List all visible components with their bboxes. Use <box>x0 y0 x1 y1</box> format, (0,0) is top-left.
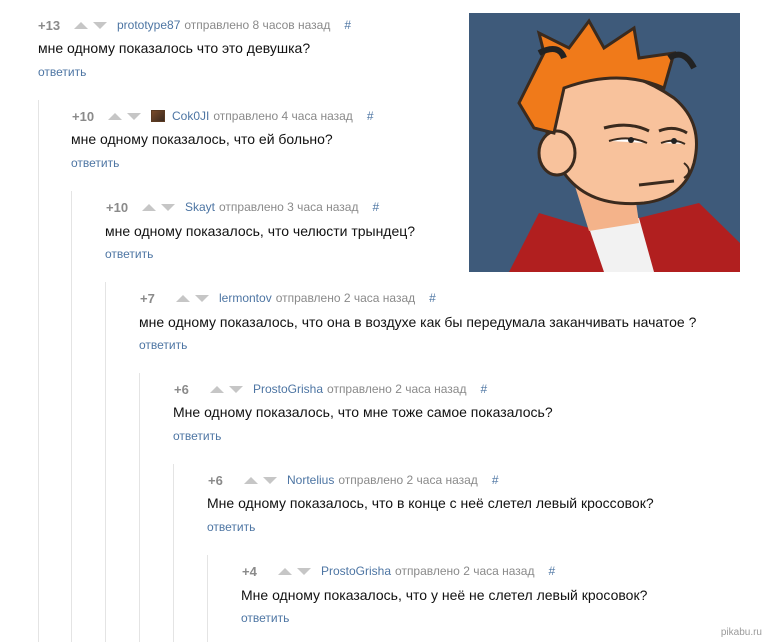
comment-permalink[interactable]: # <box>480 382 487 396</box>
comment-timestamp: отправлено 2 часа назад <box>395 564 535 578</box>
reply-link[interactable]: ответить <box>173 429 221 443</box>
vote-up-icon[interactable] <box>244 476 258 484</box>
comment-author[interactable]: lermontov <box>219 291 272 305</box>
vote-up-icon[interactable] <box>108 112 122 120</box>
comment-author[interactable]: Nortelius <box>287 473 334 487</box>
comment-rating: +6 <box>208 472 223 488</box>
comment-text: Мне одному показалось, что в конце с неё… <box>207 495 654 511</box>
comment-author[interactable]: Skayt <box>185 200 215 214</box>
comment-permalink[interactable]: # <box>344 18 351 32</box>
comment-rating: +10 <box>72 108 95 124</box>
reply-link[interactable]: ответить <box>139 338 187 352</box>
thread-line <box>173 464 174 642</box>
comment-author[interactable]: ProstoGrisha <box>253 382 323 396</box>
comment-timestamp: отправлено 2 часа назад <box>338 473 478 487</box>
comment-timestamp: отправлено 2 часа назад <box>275 291 416 305</box>
comment-text: мне одному показалось, что она в воздухе… <box>139 314 697 330</box>
reply-link[interactable]: ответить <box>241 611 289 625</box>
comment-rating: +10 <box>106 199 129 215</box>
reply-link[interactable]: ответить <box>105 247 153 261</box>
thread-line <box>38 100 39 642</box>
comment-text: мне одному показалось, что челюсти трынд… <box>105 223 416 239</box>
comment-timestamp: отправлено 3 часа назад <box>219 200 359 214</box>
vote-up-icon[interactable] <box>210 385 224 393</box>
comment-permalink[interactable]: # <box>367 109 374 123</box>
user-avatar-icon <box>151 110 165 122</box>
comment-header: +7 lermontov отправлено 2 часа назад # <box>140 289 436 307</box>
comment-header: +6 ProstoGrisha отправлено 2 часа назад … <box>174 380 487 398</box>
comment-rating: +4 <box>242 563 257 579</box>
vote-down-icon[interactable] <box>263 476 277 484</box>
vote-down-icon[interactable] <box>297 567 311 575</box>
comment-header: +4 ProstoGrisha отправлено 2 часа назад … <box>242 562 555 580</box>
vote-up-icon[interactable] <box>278 567 292 575</box>
reply-link[interactable]: ответить <box>207 520 255 534</box>
vote-up-icon[interactable] <box>176 294 190 302</box>
vote-up-icon[interactable] <box>74 21 88 29</box>
comment-timestamp: отправлено 8 часов назад <box>184 18 331 32</box>
vote-down-icon[interactable] <box>229 385 243 393</box>
comment-permalink[interactable]: # <box>429 291 436 305</box>
meme-image <box>469 13 740 272</box>
vote-down-icon[interactable] <box>195 294 209 302</box>
comment-header: +10 Cok0JI отправлено 4 часа назад # <box>72 107 374 125</box>
vote-down-icon[interactable] <box>93 21 107 29</box>
comment-text: мне одному показалось что это девушка? <box>38 40 311 56</box>
comment-permalink[interactable]: # <box>492 473 499 487</box>
comment-text: Мне одному показалось, что у неё не слет… <box>241 587 648 603</box>
reply-link[interactable]: ответить <box>38 65 86 79</box>
comment-timestamp: отправлено 4 часа назад <box>213 109 353 123</box>
site-watermark: pikabu.ru <box>720 627 762 638</box>
comment-rating: +13 <box>38 17 61 33</box>
thread-line <box>139 373 140 642</box>
comment-permalink[interactable]: # <box>372 200 379 214</box>
comment-header: +6 Nortelius отправлено 2 часа назад # <box>208 471 499 489</box>
comment-permalink[interactable]: # <box>548 564 555 578</box>
thread-line <box>207 555 208 642</box>
comment-rating: +7 <box>140 290 155 306</box>
comment-author[interactable]: Cok0JI <box>172 109 209 123</box>
comment-header: +10 Skayt отправлено 3 часа назад # <box>106 198 379 216</box>
thread-line <box>105 282 106 642</box>
vote-down-icon[interactable] <box>127 112 141 120</box>
fry-squint-illustration <box>469 13 740 272</box>
comment-author[interactable]: prototype87 <box>117 18 180 32</box>
vote-up-icon[interactable] <box>142 203 156 211</box>
reply-link[interactable]: ответить <box>71 156 119 170</box>
comment-author[interactable]: ProstoGrisha <box>321 564 391 578</box>
thread-line <box>71 191 72 642</box>
vote-down-icon[interactable] <box>161 203 175 211</box>
comment-rating: +6 <box>174 381 189 397</box>
comment-header: +13 prototype87 отправлено 8 часов назад… <box>38 16 351 34</box>
comment-timestamp: отправлено 2 часа назад <box>327 382 467 396</box>
comment-text: Мне одному показалось, что мне тоже само… <box>173 404 553 420</box>
comment-text: мне одному показалось, что ей больно? <box>71 131 333 147</box>
